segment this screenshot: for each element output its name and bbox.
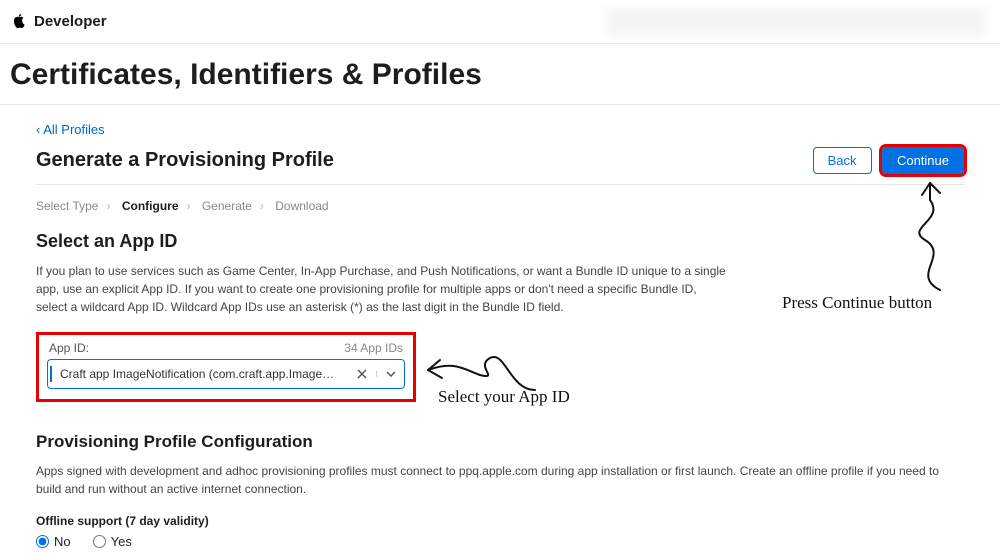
select-appid-heading: Select an App ID	[36, 231, 964, 252]
brand[interactable]: Developer	[14, 13, 107, 30]
top-bar: Developer	[0, 0, 1000, 44]
offline-yes-radio[interactable]	[93, 535, 106, 548]
ppc-desc: Apps signed with development and adhoc p…	[36, 462, 956, 498]
brand-text: Developer	[34, 13, 107, 30]
appid-selector-box: App ID: 34 App IDs Craft app ImageNotifi…	[36, 332, 416, 402]
step-configure: Configure	[122, 199, 179, 213]
action-buttons: Back Continue	[813, 147, 964, 174]
continue-button[interactable]: Continue	[882, 147, 964, 174]
select-appid-desc: If you plan to use services such as Game…	[36, 262, 726, 316]
chevron-down-icon[interactable]	[376, 371, 404, 377]
step-generate: Generate	[202, 199, 252, 213]
offline-support-label: Offline support (7 day validity)	[36, 514, 964, 528]
ppc-heading: Provisioning Profile Configuration	[36, 432, 964, 452]
step-breadcrumb: Select Type› Configure› Generate› Downlo…	[36, 199, 964, 213]
back-button[interactable]: Back	[813, 147, 872, 174]
generate-header: Generate a Provisioning Profile Back Con…	[36, 147, 964, 185]
page-title: Certificates, Identifiers & Profiles	[0, 44, 1000, 105]
generate-title: Generate a Provisioning Profile	[36, 149, 334, 172]
account-info-blurred	[606, 8, 986, 36]
all-profiles-link[interactable]: ‹ All Profiles	[36, 122, 105, 137]
offline-no-radio[interactable]	[36, 535, 49, 548]
content: ‹ All Profiles Generate a Provisioning P…	[0, 105, 1000, 549]
apple-logo-icon	[14, 14, 28, 30]
offline-radio-group: No Yes	[36, 534, 964, 549]
appid-selected-value: Craft app ImageNotification (com.craft.a…	[50, 366, 348, 382]
offline-no-option[interactable]: No	[36, 534, 71, 549]
appid-label: App ID:	[49, 341, 89, 355]
offline-yes-option[interactable]: Yes	[93, 534, 132, 549]
appid-dropdown[interactable]: Craft app ImageNotification (com.craft.a…	[47, 359, 405, 389]
step-download: Download	[275, 199, 328, 213]
clear-icon[interactable]	[348, 369, 376, 379]
step-select-type: Select Type	[36, 199, 98, 213]
appid-count: 34 App IDs	[344, 341, 403, 355]
